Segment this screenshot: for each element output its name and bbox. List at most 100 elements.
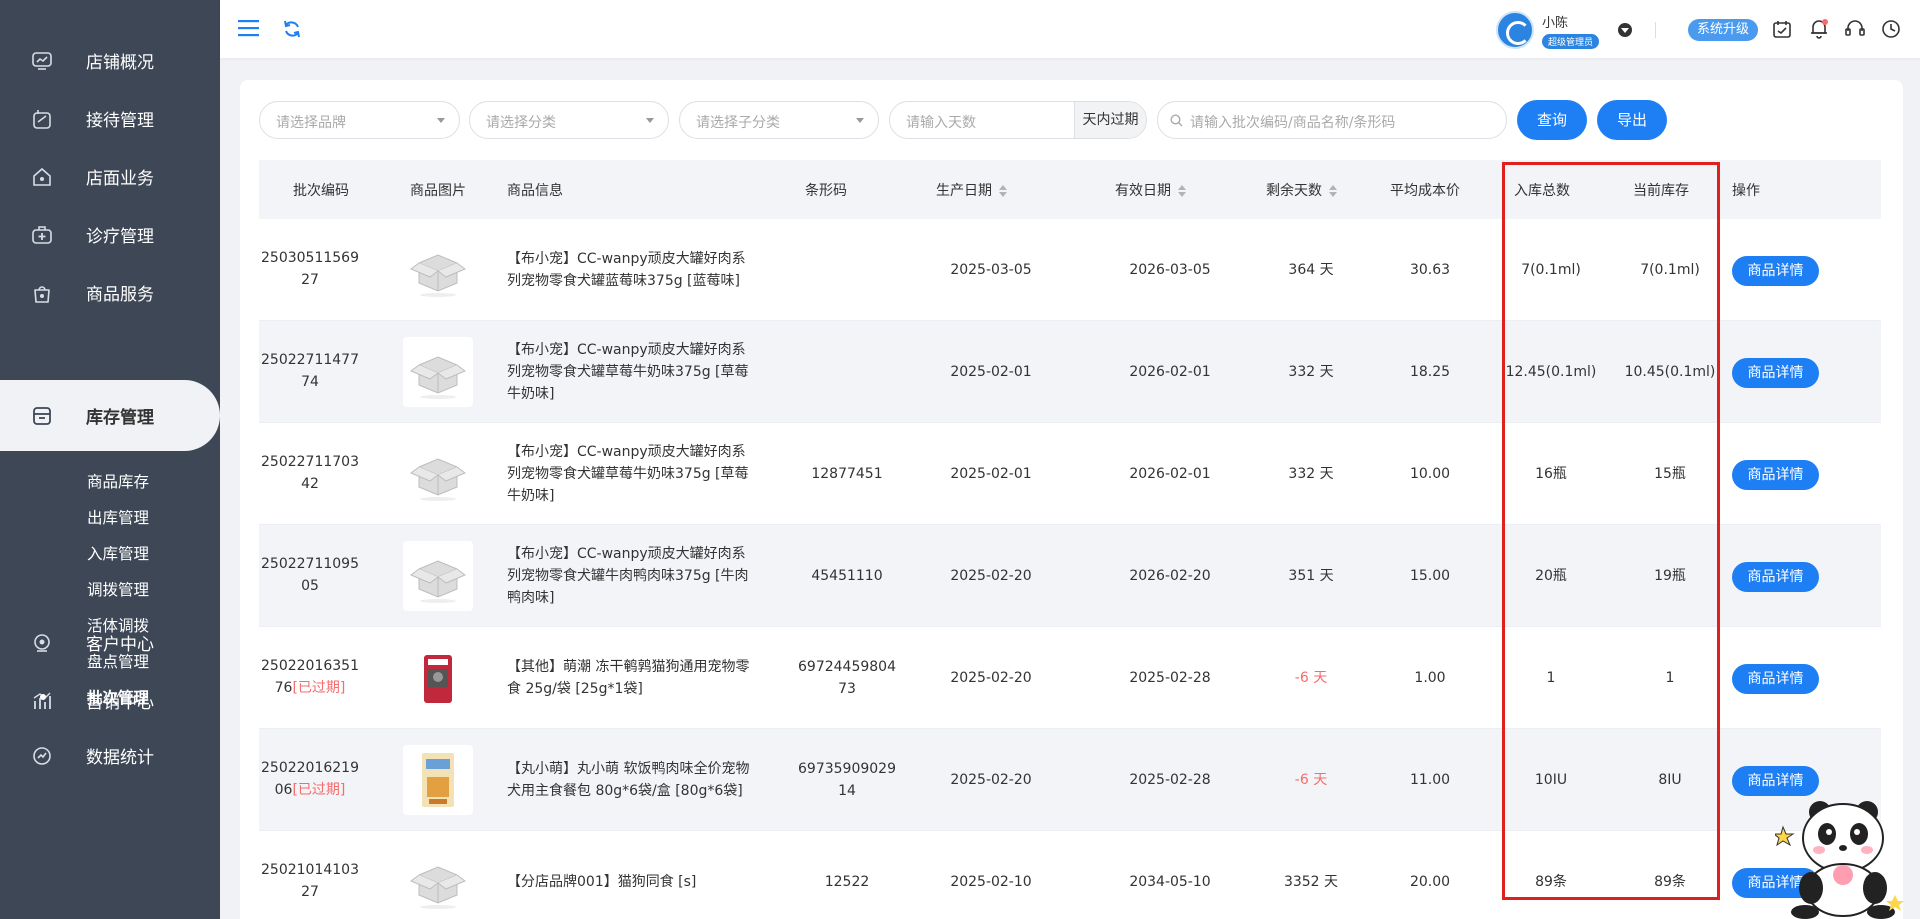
- sort-icon[interactable]: [1328, 185, 1338, 197]
- product-info-line: 【布小宠】CC-wanpy顽皮大罐好肉系: [507, 251, 746, 267]
- average-cost: 30.63: [1409, 262, 1451, 278]
- expired-tag: [已过期]: [292, 782, 346, 798]
- barcode: 12877451: [766, 463, 928, 485]
- export-button[interactable]: 导出: [1597, 100, 1667, 140]
- batch-code-suffix: 42: [301, 476, 319, 492]
- product-image[interactable]: [403, 337, 473, 407]
- col-production-date[interactable]: 生产日期: [936, 180, 1008, 200]
- expiry-date: 2025-02-28: [1129, 670, 1211, 686]
- submenu-item[interactable]: 活体调拨: [87, 614, 149, 636]
- col-total-in: 入库总数: [1514, 183, 1570, 199]
- product-image[interactable]: [403, 745, 473, 815]
- current-stock: 10.45(0.1ml): [1624, 364, 1716, 380]
- product-info: 【其他】萌潮 冻干鹌鹑猫狗通用宠物零食 25g/袋 [25g*1袋]: [507, 656, 757, 700]
- submenu-item[interactable]: 盘点管理: [87, 650, 149, 672]
- product-image[interactable]: [403, 235, 473, 305]
- product-info-line: 列宠物零食犬罐草莓牛奶味375g [草莓: [507, 364, 749, 380]
- category-select[interactable]: 请选择分类: [469, 101, 669, 139]
- search-input[interactable]: 请输入批次编码/商品名称/条形码: [1157, 101, 1507, 139]
- sidebar-item-label: 店铺概况: [86, 53, 154, 73]
- production-date: 2025-03-05: [950, 262, 1032, 278]
- batch-code-suffix: 76: [274, 680, 293, 696]
- barcode-line: 45451110: [811, 568, 883, 584]
- sidebar-item-label: 店面业务: [86, 169, 154, 189]
- product-image[interactable]: [403, 439, 473, 509]
- query-button[interactable]: 查询: [1517, 100, 1587, 140]
- expiry-date: 2026-02-20: [1129, 568, 1211, 584]
- subcategory-select[interactable]: 请选择子分类: [679, 101, 879, 139]
- batch-code: 25022711477 74: [259, 349, 361, 393]
- barcode: 69735909029 14: [766, 758, 928, 802]
- total-in-stock: 12.45(0.1ml): [1505, 364, 1597, 380]
- product-detail-button[interactable]: 商品详情: [1732, 256, 1819, 286]
- submenu-item[interactable]: 入库管理: [87, 542, 149, 564]
- batch-code: 25022016219 06[已过期]: [259, 757, 361, 801]
- product-info: 【布小宠】CC-wanpy顽皮大罐好肉系 列宠物零食犬罐牛肉鸭肉味375g [牛肉…: [507, 543, 757, 609]
- remaining-days: 332 天: [1288, 364, 1334, 380]
- average-cost: 11.00: [1409, 772, 1451, 788]
- col-expiry-date[interactable]: 有效日期: [1115, 180, 1187, 200]
- expiry-date: 2034-05-10: [1129, 874, 1211, 890]
- sidebar-item-label: 接待管理: [86, 111, 154, 131]
- menu-toggle-icon[interactable]: [238, 19, 259, 37]
- system-upgrade-button[interactable]: 系统升级: [1688, 19, 1758, 41]
- sidebar-item-label: 商品服务: [86, 285, 154, 305]
- remaining-days: 351 天: [1288, 568, 1334, 584]
- barcode-line: 73: [838, 681, 856, 697]
- production-date: 2025-02-20: [950, 568, 1032, 584]
- sidebar-item-bag[interactable]: 商品服务: [0, 257, 220, 328]
- product-info: 【布小宠】CC-wanpy顽皮大罐好肉系 列宠物零食犬罐草莓牛奶味375g [草莓…: [507, 441, 757, 507]
- total-in-stock: 1: [1546, 670, 1556, 686]
- refresh-icon[interactable]: [282, 19, 302, 39]
- col-remaining-days[interactable]: 剩余天数: [1266, 180, 1338, 200]
- table-row: 25022016219 06[已过期] 【丸小萌】丸小萌 软饭鸭肉味全价宠物 犬用主食…: [259, 729, 1881, 831]
- category-select-placeholder: 请选择分类: [486, 115, 556, 131]
- expiry-date: 2026-03-05: [1129, 262, 1211, 278]
- batch-code: 25021014103 27: [259, 859, 361, 903]
- batch-code-line: 25022016219: [261, 760, 359, 776]
- expiry-days-suffix: 天内过期: [1074, 102, 1146, 138]
- batch-code-suffix: 05: [301, 578, 319, 594]
- brand-select[interactable]: 请选择品牌: [259, 101, 460, 139]
- product-info: 【布小宠】CC-wanpy顽皮大罐好肉系 列宠物零食犬罐草莓牛奶味375g [草莓…: [507, 339, 757, 405]
- barcode: 69724459804 73: [766, 656, 928, 700]
- user-dropdown-icon[interactable]: [1618, 23, 1632, 37]
- product-detail-button[interactable]: 商品详情: [1732, 460, 1819, 490]
- product-detail-button[interactable]: 商品详情: [1732, 358, 1819, 388]
- product-image[interactable]: [403, 541, 473, 611]
- user-avatar[interactable]: [1496, 11, 1534, 49]
- table-row: 25022711095 05 【布小宠】CC-wanpy顽皮大罐好肉系 列宠物零食犬罐…: [259, 525, 1881, 627]
- panda-mascot-icon[interactable]: [1775, 790, 1905, 919]
- product-info-line: 【布小宠】CC-wanpy顽皮大罐好肉系: [507, 342, 746, 358]
- calendar-icon[interactable]: [1772, 19, 1792, 39]
- col-production-date-label: 生产日期: [936, 183, 992, 199]
- sort-icon[interactable]: [998, 185, 1008, 197]
- sidebar-item-stats[interactable]: 数据统计: [0, 720, 220, 791]
- user-name[interactable]: 小陈: [1542, 12, 1568, 31]
- product-image[interactable]: [403, 643, 473, 713]
- sort-icon[interactable]: [1177, 185, 1187, 197]
- product-detail-button[interactable]: 商品详情: [1732, 562, 1819, 592]
- clock-icon[interactable]: [1880, 18, 1902, 40]
- batch-code-line: 42: [259, 473, 361, 495]
- product-info-line: 列宠物零食犬罐蓝莓味375g [蓝莓味]: [507, 273, 740, 289]
- production-date: 2025-02-20: [950, 670, 1032, 686]
- submenu-item[interactable]: 调拨管理: [87, 578, 149, 600]
- product-info-line: 鸭肉味]: [507, 590, 555, 606]
- submenu-item[interactable]: 批次管理: [87, 686, 149, 708]
- barcode: 12522: [766, 871, 928, 893]
- col-product-image: 商品图片: [410, 183, 466, 199]
- sidebar-item-inventory[interactable]: 库存管理: [0, 380, 220, 451]
- expiry-days-input[interactable]: 请输入天数 天内过期: [889, 101, 1147, 139]
- remaining-days: 364 天: [1288, 262, 1334, 278]
- product-image[interactable]: [403, 847, 473, 917]
- product-detail-button[interactable]: 商品详情: [1732, 664, 1819, 694]
- submenu-item[interactable]: 出库管理: [87, 506, 149, 528]
- average-cost: 1.00: [1414, 670, 1446, 686]
- user-role-badge: 超级管理员: [1542, 34, 1600, 49]
- customer-service-icon[interactable]: [1844, 18, 1866, 40]
- submenu-item[interactable]: 商品库存: [87, 470, 149, 492]
- sidebar-item-label: 库存管理: [86, 408, 154, 428]
- sidebar-item-label: 数据统计: [86, 748, 154, 768]
- notification-bell-icon[interactable]: [1808, 17, 1830, 39]
